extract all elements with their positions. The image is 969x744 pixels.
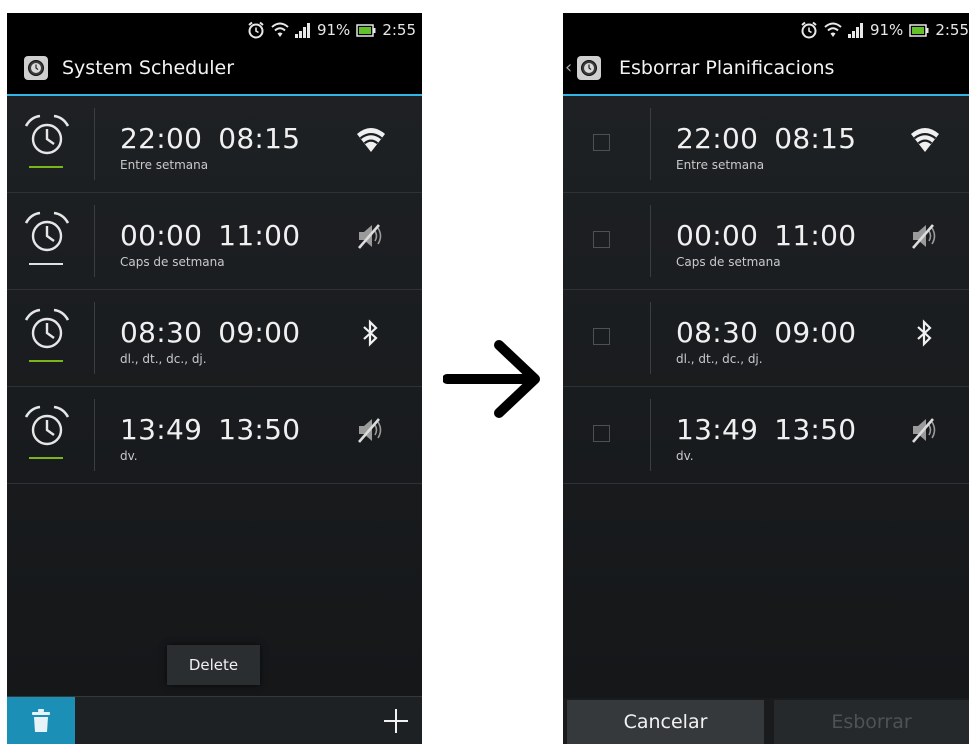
schedule-row[interactable]: 13:49 13:50 dv. bbox=[7, 387, 422, 484]
schedule-days: dl., dt., dc., dj. bbox=[120, 352, 207, 366]
wifi-status-icon bbox=[824, 22, 842, 37]
enabled-indicator bbox=[29, 166, 63, 168]
alarm-clock-icon bbox=[24, 211, 70, 252]
start-time: 22:00 bbox=[676, 122, 759, 155]
status-bar: 91% 2:55 bbox=[7, 13, 422, 46]
enabled-indicator bbox=[29, 360, 63, 362]
battery-icon bbox=[909, 23, 929, 37]
schedule-list: 22:00 08:15 Entre setmana 00:00 11:00 Caps… bbox=[563, 96, 969, 484]
delete-mode-button[interactable] bbox=[7, 697, 75, 744]
select-checkbox[interactable] bbox=[593, 134, 610, 151]
schedule-row[interactable]: 22:00 08:15 Entre setmana bbox=[563, 96, 969, 193]
alarm-clock-icon bbox=[24, 308, 70, 349]
scheduler-screen: 91% 2:55 System Scheduler 22:00 08:15 En… bbox=[7, 13, 422, 744]
alarm-clock-icon bbox=[24, 405, 70, 446]
alarm-status-icon bbox=[248, 21, 264, 39]
delete-button[interactable]: Esborrar bbox=[774, 700, 969, 744]
status-bar: 91% 2:55 bbox=[563, 13, 969, 46]
bluetooth-icon bbox=[917, 319, 932, 347]
select-checkbox[interactable] bbox=[593, 231, 610, 248]
start-time: 22:00 bbox=[120, 122, 203, 155]
bottom-action-bar bbox=[7, 696, 422, 744]
schedule-days: dv. bbox=[676, 449, 694, 463]
schedule-row[interactable]: 22:00 08:15 Entre setmana bbox=[7, 96, 422, 193]
sound-off-icon bbox=[358, 418, 382, 443]
status-time: 2:55 bbox=[382, 21, 416, 39]
confirm-button-bar: Cancelar Esborrar bbox=[563, 698, 969, 744]
trash-icon bbox=[32, 709, 50, 732]
start-time: 08:30 bbox=[120, 316, 203, 349]
schedule-days: Caps de setmana bbox=[120, 255, 225, 269]
start-time: 00:00 bbox=[676, 219, 759, 252]
wifi-icon bbox=[911, 128, 939, 152]
battery-percent: 91% bbox=[316, 21, 351, 39]
plus-icon bbox=[384, 709, 408, 733]
start-time: 13:49 bbox=[120, 413, 203, 446]
end-time: 08:15 bbox=[774, 122, 857, 155]
schedule-days: Caps de setmana bbox=[676, 255, 781, 269]
schedule-days: dv. bbox=[120, 449, 138, 463]
action-bar: ‹ Esborrar Planificacions bbox=[563, 46, 969, 96]
start-time: 13:49 bbox=[676, 413, 759, 446]
end-time: 08:15 bbox=[218, 122, 301, 155]
app-clock-icon[interactable] bbox=[577, 56, 601, 80]
page-title: System Scheduler bbox=[62, 57, 235, 79]
signal-icon bbox=[294, 23, 310, 38]
schedule-row[interactable]: 00:00 11:00 Caps de setmana bbox=[7, 193, 422, 290]
end-time: 13:50 bbox=[774, 413, 857, 446]
back-chevron-icon[interactable]: ‹ bbox=[565, 59, 572, 77]
delete-popup-button[interactable]: Delete bbox=[167, 645, 260, 685]
start-time: 08:30 bbox=[676, 316, 759, 349]
end-time: 11:00 bbox=[218, 219, 301, 252]
sound-off-icon bbox=[912, 418, 936, 443]
end-time: 09:00 bbox=[218, 316, 301, 349]
cancel-button[interactable]: Cancelar bbox=[567, 700, 764, 744]
app-clock-icon[interactable] bbox=[24, 56, 48, 80]
end-time: 09:00 bbox=[774, 316, 857, 349]
enabled-indicator bbox=[29, 263, 63, 265]
schedule-list: 22:00 08:15 Entre setmana 00:00 11:00 Caps… bbox=[7, 96, 422, 484]
add-schedule-button[interactable] bbox=[376, 701, 416, 741]
wifi-status-icon bbox=[271, 22, 289, 37]
alarm-status-icon bbox=[801, 21, 817, 39]
action-bar: System Scheduler bbox=[7, 46, 422, 96]
bluetooth-icon bbox=[363, 319, 378, 347]
status-time: 2:55 bbox=[935, 21, 969, 39]
alarm-clock-icon bbox=[24, 114, 70, 155]
schedule-row[interactable]: 00:00 11:00 Caps de setmana bbox=[563, 193, 969, 290]
schedule-days: dl., dt., dc., dj. bbox=[676, 352, 763, 366]
schedule-days: Entre setmana bbox=[676, 158, 765, 172]
page-title: Esborrar Planificacions bbox=[619, 57, 835, 79]
schedule-row[interactable]: 08:30 09:00 dl., dt., dc., dj. bbox=[563, 290, 969, 387]
right-arrow-icon bbox=[443, 340, 540, 418]
select-checkbox[interactable] bbox=[593, 328, 610, 345]
schedule-days: Entre setmana bbox=[120, 158, 209, 172]
enabled-indicator bbox=[29, 457, 63, 459]
battery-percent: 91% bbox=[869, 21, 904, 39]
end-time: 11:00 bbox=[774, 219, 857, 252]
schedule-row[interactable]: 13:49 13:50 dv. bbox=[563, 387, 969, 484]
schedule-row[interactable]: 08:30 09:00 dl., dt., dc., dj. bbox=[7, 290, 422, 387]
delete-schedules-screen: 91% 2:55 ‹ Esborrar Planificacions 22:00… bbox=[563, 13, 969, 744]
sound-off-icon bbox=[912, 224, 936, 249]
signal-icon bbox=[847, 23, 863, 38]
wifi-icon bbox=[357, 128, 385, 152]
select-checkbox[interactable] bbox=[593, 425, 610, 442]
start-time: 00:00 bbox=[120, 219, 203, 252]
battery-icon bbox=[356, 23, 376, 37]
sound-off-icon bbox=[358, 224, 382, 249]
end-time: 13:50 bbox=[218, 413, 301, 446]
